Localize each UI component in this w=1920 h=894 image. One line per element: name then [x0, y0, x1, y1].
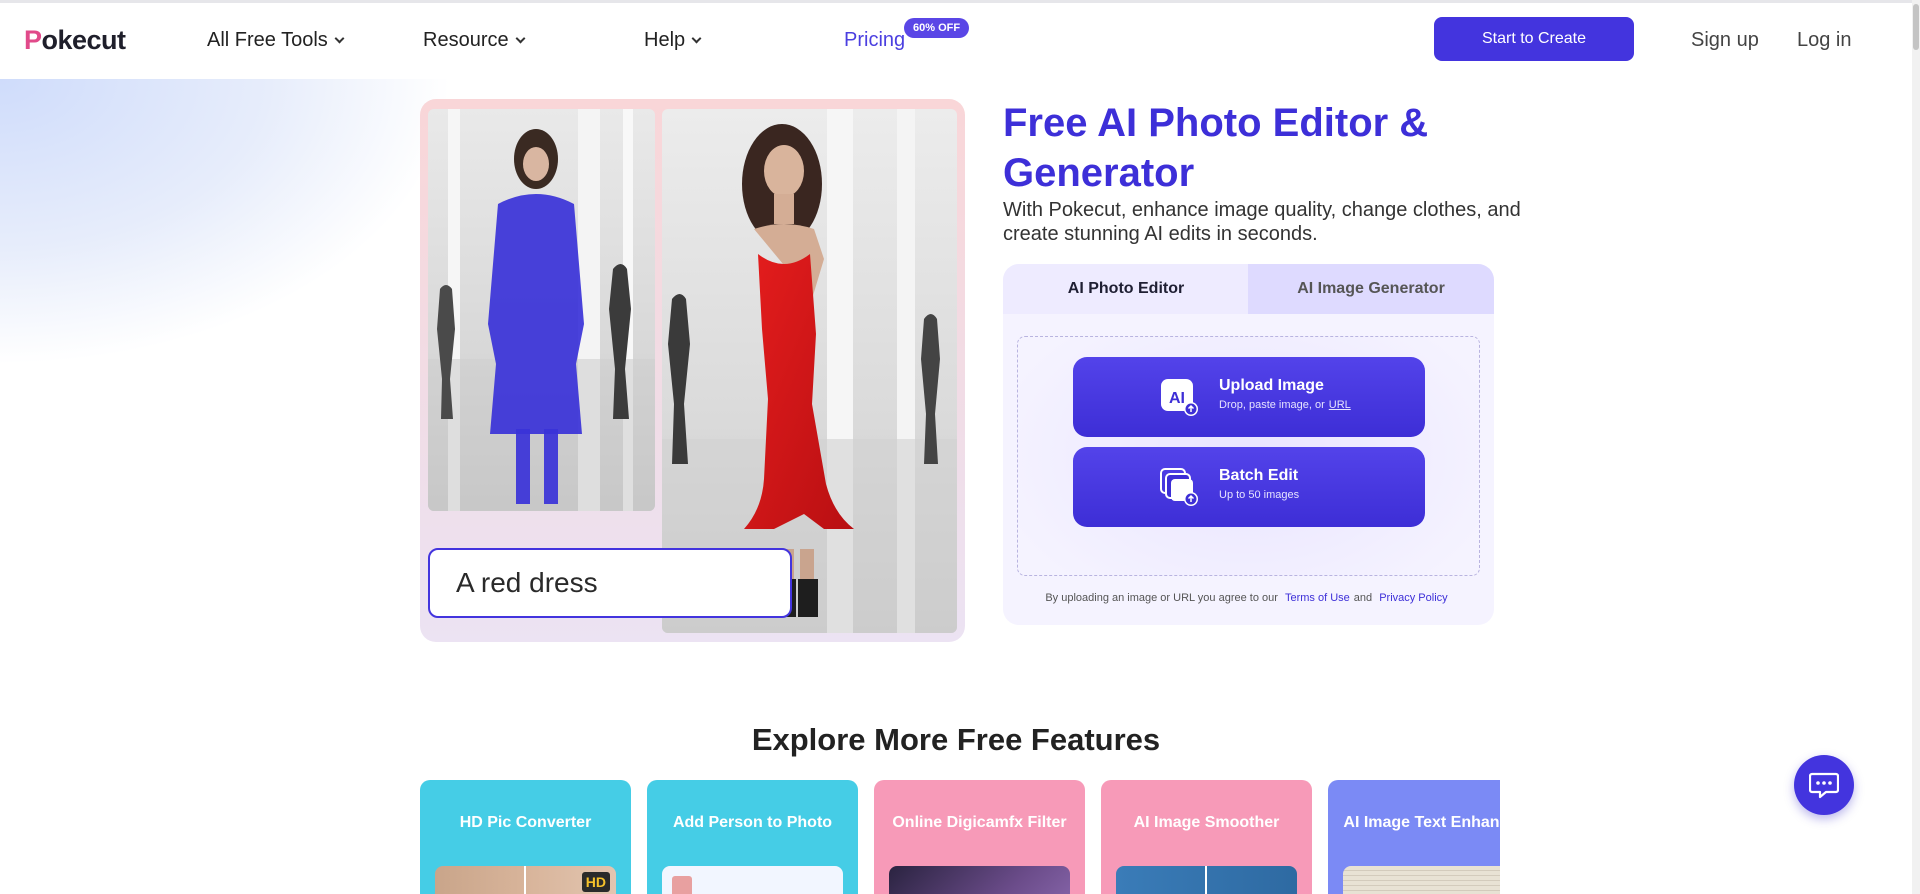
site-header: Pokecut All Free Tools Resource Help Pri…	[0, 3, 1912, 79]
batch-upload-icon	[1160, 468, 1198, 506]
hd-badge: HD	[581, 872, 610, 892]
nav-pricing[interactable]: Pricing	[844, 29, 905, 52]
feature-label: HD Pic Converter	[459, 814, 592, 831]
feature-label: Online Digicamfx Filter	[892, 814, 1067, 831]
discount-badge: 60% OFF	[904, 18, 970, 38]
feature-thumbnail	[1116, 866, 1297, 894]
feature-label: Add Person to Photo	[672, 814, 833, 831]
upload-subtitle: Drop, paste image, or URL	[1219, 399, 1351, 411]
compare-divider	[1205, 866, 1207, 894]
start-to-create-button[interactable]: Start to Create	[1434, 17, 1634, 61]
hero-subtitle: With Pokecut, enhance image quality, cha…	[1003, 199, 1521, 245]
feature-label: AI Image Smoother	[1133, 814, 1280, 831]
nav-label: Pricing	[844, 29, 906, 51]
upload-title: Upload Image	[1219, 377, 1324, 394]
batch-title: Batch Edit	[1219, 467, 1299, 484]
feature-thumbnail	[662, 866, 843, 894]
nav-label: Help	[644, 29, 686, 51]
upload-hint: Drop, paste image, or	[1219, 399, 1325, 411]
editor-card: AI Photo Editor AI Image Generator AI Up…	[1003, 264, 1494, 625]
chevron-down-icon	[334, 33, 345, 44]
hero-title: Free AI Photo Editor & Generator	[1003, 101, 1429, 195]
feature-label: AI Image Text Enhancer	[1343, 814, 1500, 831]
demo-showcase: A red dress	[420, 99, 965, 642]
batch-subtitle: Up to 50 images	[1219, 489, 1300, 501]
upload-image-button[interactable]: AI Upload Image Drop, paste image, or URL	[1073, 357, 1425, 437]
feature-thumbnail	[1343, 866, 1500, 894]
chat-button[interactable]	[1794, 755, 1854, 815]
nav-label: Resource	[423, 29, 509, 51]
before-photo	[428, 109, 655, 511]
compare-divider	[524, 866, 526, 894]
sign-up-link[interactable]: Sign up	[1691, 29, 1759, 52]
chat-icon	[1809, 772, 1839, 799]
privacy-policy-link[interactable]: Privacy Policy	[1379, 592, 1447, 604]
logo-mark: P	[24, 25, 42, 55]
features-title: Explore More Free Features	[751, 722, 1161, 757]
feature-thumbnail: HD	[435, 866, 616, 894]
features-carousel: HD Pic Converter HD Add Person to Photo …	[420, 780, 1500, 894]
nav-label: All Free Tools	[207, 29, 328, 51]
url-link[interactable]: URL	[1329, 399, 1351, 411]
legal-text: By uploading an image or URL you agree t…	[1045, 592, 1278, 604]
page-scrollbar[interactable]	[1912, 0, 1920, 894]
nav-resource[interactable]: Resource	[423, 29, 526, 52]
legal-and: and	[1353, 592, 1373, 604]
feature-thumbnail	[889, 866, 1070, 894]
nav-all-free-tools[interactable]: All Free Tools	[207, 29, 345, 52]
svg-text:AI: AI	[1169, 390, 1185, 407]
legal-notice: By uploading an image or URL you agree t…	[1003, 592, 1494, 604]
terms-of-use-link[interactable]: Terms of Use	[1285, 592, 1350, 604]
drop-zone[interactable]: AI Upload Image Drop, paste image, or URL…	[1017, 336, 1480, 576]
feature-card-digicamfx-filter[interactable]: Online Digicamfx Filter	[874, 780, 1085, 894]
feature-card-hd-pic-converter[interactable]: HD Pic Converter HD	[420, 780, 631, 894]
logo-text: okecut	[41, 25, 127, 55]
batch-edit-button[interactable]: Batch Edit Up to 50 images	[1073, 447, 1425, 527]
scrollbar-thumb[interactable]	[1913, 4, 1919, 50]
tab-ai-image-generator[interactable]: AI Image Generator	[1248, 264, 1494, 314]
chevron-down-icon	[515, 33, 526, 44]
logo[interactable]: Pokecut	[24, 25, 126, 56]
feature-card-text-enhancer[interactable]: AI Image Text Enhancer	[1328, 780, 1500, 894]
log-in-link[interactable]: Log in	[1797, 29, 1852, 52]
ai-upload-icon: AI	[1161, 379, 1198, 416]
prompt-display: A red dress	[428, 548, 792, 618]
feature-card-add-person[interactable]: Add Person to Photo	[647, 780, 858, 894]
feature-card-image-smoother[interactable]: AI Image Smoother	[1101, 780, 1312, 894]
person-preview	[672, 876, 692, 894]
nav-help[interactable]: Help	[644, 29, 702, 52]
tab-ai-photo-editor[interactable]: AI Photo Editor	[1003, 264, 1249, 314]
chevron-down-icon	[691, 33, 702, 44]
